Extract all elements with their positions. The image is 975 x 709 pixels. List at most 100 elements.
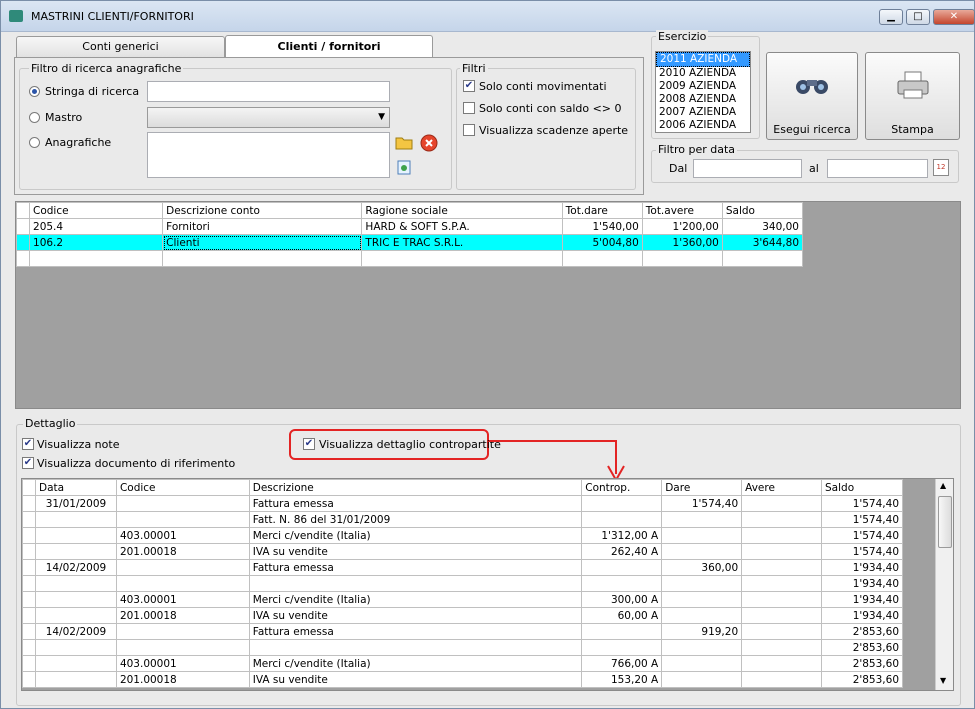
cell[interactable] — [248, 575, 583, 592]
cell[interactable] — [29, 250, 164, 267]
cell[interactable]: HARD & SOFT S.P.A. — [361, 218, 563, 235]
cell[interactable]: Merci c/vendite (Italia) — [248, 591, 583, 608]
cell[interactable]: 262,40 A — [581, 543, 663, 560]
col-header[interactable]: Tot.dare — [561, 202, 643, 219]
mastro-radio[interactable] — [29, 112, 40, 123]
cell[interactable]: Fatt. N. 86 del 31/01/2009 — [248, 511, 583, 528]
stringa-input[interactable] — [147, 81, 390, 102]
cell[interactable]: 205.4 — [29, 218, 164, 235]
cell[interactable]: 1'312,00 A — [581, 527, 663, 544]
dettaglio-contropartite-checkbox[interactable]: ✔ — [303, 438, 315, 450]
cell[interactable]: 1'574,40 — [821, 495, 903, 512]
table-row[interactable]: 201.00018 IVA su vendite 153,20 A 2'853,60 — [22, 671, 903, 688]
saldo-diverso-checkbox[interactable] — [463, 102, 475, 114]
table-row[interactable]: 14/02/2009 Fattura emessa 919,20 2'853,60 — [22, 623, 903, 640]
cell[interactable]: 1'934,40 — [821, 559, 903, 576]
cell[interactable] — [741, 607, 823, 624]
esercizio-item[interactable]: 2008 AZIENDA — [656, 93, 750, 106]
cell[interactable] — [661, 591, 743, 608]
visualizza-note-checkbox[interactable]: ✔ — [22, 438, 34, 450]
table-row[interactable]: 205.4 Fornitori HARD & SOFT S.P.A. 1'540… — [15, 218, 804, 235]
col-header[interactable]: Descrizione — [248, 479, 583, 496]
stringa-radio[interactable] — [29, 86, 40, 97]
cell[interactable]: 60,00 A — [581, 607, 663, 624]
cell[interactable] — [34, 607, 117, 624]
table-row[interactable]: 403.00001 Merci c/vendite (Italia) 300,00 … — [22, 591, 903, 608]
recycle-icon[interactable] — [395, 158, 413, 176]
cell[interactable]: 360,00 — [661, 559, 743, 576]
cell[interactable]: 403.00001 — [115, 591, 250, 608]
cell[interactable]: 340,00 — [721, 218, 804, 235]
cell[interactable]: Fattura emessa — [248, 495, 583, 512]
cell[interactable] — [741, 511, 823, 528]
cell[interactable] — [741, 639, 823, 656]
col-header[interactable]: Descrizione conto — [162, 202, 363, 219]
cell[interactable]: 1'934,40 — [821, 607, 903, 624]
esercizio-item[interactable]: 2009 AZIENDA — [656, 80, 750, 93]
cell[interactable]: 2'853,60 — [821, 655, 903, 672]
cell[interactable] — [741, 655, 823, 672]
cell[interactable]: 5'004,80 — [561, 234, 643, 251]
cell[interactable] — [581, 623, 663, 640]
cell[interactable] — [115, 575, 250, 592]
cell[interactable] — [581, 575, 663, 592]
cell[interactable]: 919,20 — [661, 623, 743, 640]
cell[interactable]: IVA su vendite — [248, 607, 583, 624]
stampa-button[interactable]: Stampa — [865, 52, 960, 140]
scroll-up-icon[interactable]: ▲ — [940, 481, 946, 490]
cell[interactable]: 106.2 — [29, 234, 164, 251]
cell[interactable] — [34, 639, 117, 656]
cell[interactable] — [741, 559, 823, 576]
col-header[interactable]: Codice — [115, 479, 250, 496]
cell[interactable]: 1'540,00 — [561, 218, 643, 235]
cell-focused[interactable]: Clienti — [162, 234, 363, 251]
table-row[interactable]: 201.00018 IVA su vendite 60,00 A 1'934,40 — [22, 607, 903, 624]
cell[interactable]: 201.00018 — [115, 543, 250, 560]
cell[interactable]: 2'853,60 — [821, 671, 903, 688]
cell[interactable]: IVA su vendite — [248, 671, 583, 688]
scadenze-aperte-checkbox[interactable] — [463, 124, 475, 136]
esercizio-item[interactable]: 2010 AZIENDA — [656, 67, 750, 80]
cell[interactable] — [34, 575, 117, 592]
cell[interactable] — [721, 250, 804, 267]
dal-date-input[interactable] — [693, 159, 802, 178]
cell[interactable] — [581, 639, 663, 656]
cell[interactable]: Fattura emessa — [248, 623, 583, 640]
cell[interactable]: Merci c/vendite (Italia) — [248, 655, 583, 672]
col-header[interactable]: Controp. — [581, 479, 663, 496]
cell[interactable] — [561, 250, 643, 267]
cell[interactable] — [741, 495, 823, 512]
cell[interactable] — [34, 527, 117, 544]
cell[interactable]: TRIC E TRAC S.R.L. — [361, 234, 563, 251]
cell[interactable] — [741, 543, 823, 560]
delete-icon[interactable] — [420, 134, 438, 152]
cell[interactable] — [115, 559, 250, 576]
cell[interactable] — [115, 511, 250, 528]
table-row[interactable]: 1'934,40 — [22, 575, 903, 592]
cell[interactable] — [581, 511, 663, 528]
cell[interactable]: 3'644,80 — [721, 234, 804, 251]
cell[interactable]: Merci c/vendite (Italia) — [248, 527, 583, 544]
col-header[interactable]: Avere — [741, 479, 823, 496]
col-header[interactable]: Dare — [661, 479, 743, 496]
solo-movimentati-checkbox[interactable]: ✔ — [463, 80, 475, 92]
cell[interactable]: 766,00 A — [581, 655, 663, 672]
cell[interactable]: 14/02/2009 — [34, 623, 117, 640]
cell[interactable]: 1'574,40 — [821, 511, 903, 528]
table-row[interactable]: Fatt. N. 86 del 31/01/2009 1'574,40 — [22, 511, 903, 528]
vertical-scrollbar[interactable]: ▲ ▼ — [935, 479, 953, 690]
cell[interactable]: 1'934,40 — [821, 591, 903, 608]
cell[interactable]: 201.00018 — [115, 671, 250, 688]
al-date-input[interactable] — [827, 159, 928, 178]
table-row-selected[interactable]: 106.2 Clienti TRIC E TRAC S.R.L. 5'004,8… — [15, 234, 804, 251]
cell[interactable]: Fornitori — [162, 218, 363, 235]
table-row[interactable]: 14/02/2009 Fattura emessa 360,00 1'934,40 — [22, 559, 903, 576]
table-row[interactable]: 403.00001 Merci c/vendite (Italia) 766,00 … — [22, 655, 903, 672]
cell[interactable]: 1'574,40 — [821, 527, 903, 544]
cell[interactable]: 31/01/2009 — [34, 495, 117, 512]
table-row[interactable] — [15, 250, 804, 267]
cell[interactable] — [661, 543, 743, 560]
table-row[interactable]: 403.00001 Merci c/vendite (Italia) 1'312,0… — [22, 527, 903, 544]
cell[interactable] — [115, 623, 250, 640]
cell[interactable] — [741, 575, 823, 592]
